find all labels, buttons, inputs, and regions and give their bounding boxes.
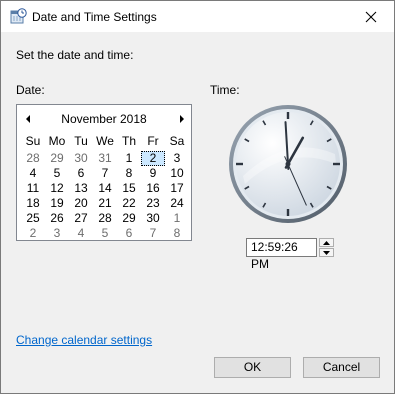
date-time-settings-icon (10, 8, 27, 25)
calendar-day[interactable]: 9 (141, 166, 165, 181)
calendar-day[interactable]: 22 (117, 196, 141, 211)
calendar-day[interactable]: 17 (165, 181, 189, 196)
calendar-day[interactable]: 21 (93, 196, 117, 211)
next-month-button[interactable] (177, 113, 187, 125)
previous-month-button[interactable] (23, 113, 33, 125)
date-time-dialog: Date and Time Settings Set the date and … (0, 0, 395, 394)
calendar-day[interactable]: 26 (45, 211, 69, 226)
calendar-day[interactable]: 14 (93, 181, 117, 196)
chevron-left-icon (26, 115, 30, 123)
calendar-day[interactable]: 24 (165, 196, 189, 211)
calendar-day[interactable]: 7 (141, 226, 165, 241)
calendar-day[interactable]: 2 (141, 151, 165, 166)
day-of-week-label: Mo (48, 134, 66, 148)
calendar-day[interactable]: 3 (45, 226, 69, 241)
calendar-day[interactable]: 19 (45, 196, 69, 211)
calendar-day[interactable]: 25 (21, 211, 45, 226)
day-of-week-label: We (96, 134, 114, 148)
time-input[interactable]: 12:59:26 PM (246, 238, 317, 271)
chevron-right-icon (180, 115, 184, 123)
ok-button[interactable]: OK (214, 357, 291, 378)
clock-center (285, 161, 291, 167)
calendar-day[interactable]: 10 (165, 166, 189, 181)
calendar-day[interactable]: 27 (69, 211, 93, 226)
time-increment-button[interactable] (319, 238, 334, 247)
calendar-day[interactable]: 5 (93, 226, 117, 241)
calendar-day[interactable]: 18 (21, 196, 45, 211)
calendar-day[interactable]: 1 (117, 151, 141, 166)
calendar-day[interactable]: 11 (21, 181, 45, 196)
calendar-day[interactable]: 30 (69, 151, 93, 166)
day-of-week-label: Su (25, 134, 41, 148)
calendar-day[interactable]: 4 (21, 166, 45, 181)
calendar-day[interactable]: 13 (69, 181, 93, 196)
calendar-day[interactable]: 5 (45, 166, 69, 181)
calendar-day[interactable]: 23 (141, 196, 165, 211)
analog-clock (229, 105, 347, 223)
calendar-day[interactable]: 29 (117, 211, 141, 226)
time-label: Time: (210, 83, 240, 97)
calendar-day[interactable]: 31 (93, 151, 117, 166)
change-calendar-settings-link[interactable]: Change calendar settings (16, 333, 152, 347)
window-title: Date and Time Settings (32, 10, 157, 24)
calendar-day[interactable]: 8 (117, 166, 141, 181)
close-icon (365, 11, 377, 22)
day-of-week-label: Th (121, 134, 136, 148)
calendar-day[interactable]: 2 (21, 226, 45, 241)
spin-down-icon (323, 250, 330, 255)
day-of-week-label: Sa (169, 134, 185, 148)
calendar-day[interactable]: 28 (21, 151, 45, 166)
close-button[interactable] (348, 1, 394, 32)
spin-up-icon (323, 240, 330, 245)
date-label: Date: (16, 83, 45, 97)
dialog-heading: Set the date and time: (16, 48, 134, 62)
calendar-day[interactable]: 29 (45, 151, 69, 166)
calendar-day[interactable]: 12 (45, 181, 69, 196)
day-of-week-label: Fr (147, 134, 159, 148)
calendar-day[interactable]: 30 (141, 211, 165, 226)
calendar-day[interactable]: 1 (165, 211, 189, 226)
calendar-day[interactable]: 16 (141, 181, 165, 196)
calendar-day[interactable]: 15 (117, 181, 141, 196)
time-decrement-button[interactable] (319, 248, 334, 257)
calendar-day[interactable]: 28 (93, 211, 117, 226)
calendar-month-title[interactable]: November 2018 (37, 112, 171, 126)
title-bar: Date and Time Settings (1, 1, 394, 32)
calendar-day[interactable]: 6 (69, 166, 93, 181)
calendar-day[interactable]: 4 (69, 226, 93, 241)
cancel-button[interactable]: Cancel (303, 357, 380, 378)
calendar-day[interactable]: 3 (165, 151, 189, 166)
calendar: November 2018 Su Mo Tu We Th Fr Sa 28 29 30 31 1 2 3… (16, 104, 192, 241)
calendar-day[interactable]: 20 (69, 196, 93, 211)
calendar-day[interactable]: 6 (117, 226, 141, 241)
calendar-day[interactable]: 7 (93, 166, 117, 181)
calendar-day[interactable]: 8 (165, 226, 189, 241)
day-of-week-label: Tu (74, 134, 88, 148)
